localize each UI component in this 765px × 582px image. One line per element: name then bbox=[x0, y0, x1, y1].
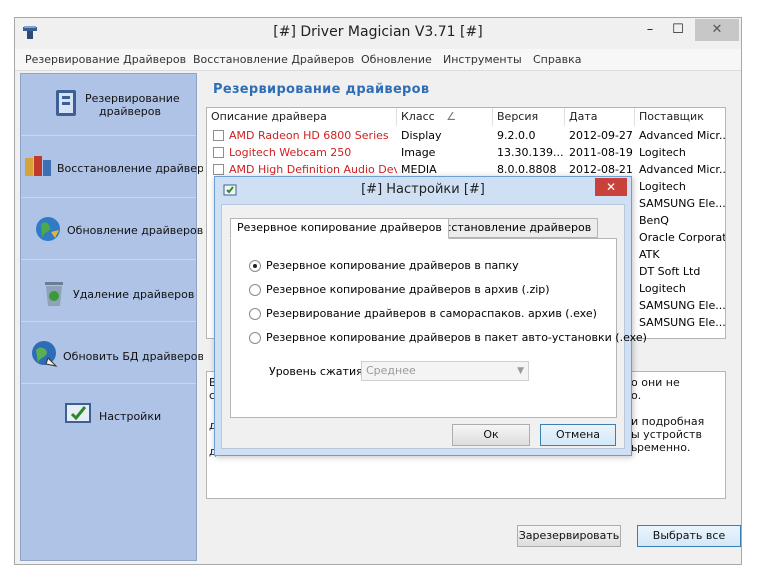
row-version: 9.2.0.0 bbox=[497, 129, 536, 142]
sidebar-item-label: Восстановление драйверов bbox=[57, 162, 218, 175]
column-header-version[interactable]: Версия bbox=[493, 108, 565, 126]
dialog-title: [#] Настройки [#] bbox=[361, 182, 485, 197]
restore-icon bbox=[25, 156, 51, 176]
row-vendor: Advanced Micr... bbox=[639, 163, 725, 176]
column-header-vendor[interactable]: Поставщик bbox=[635, 108, 725, 126]
menu-update[interactable]: Обновление bbox=[361, 53, 432, 66]
radio-button[interactable] bbox=[249, 332, 261, 344]
tab-restore[interactable]: Восстановление драйверов bbox=[424, 218, 599, 238]
row-version: 13.30.139.... bbox=[497, 146, 563, 159]
row-checkbox[interactable] bbox=[213, 147, 224, 158]
row-checkbox[interactable] bbox=[213, 130, 224, 141]
row-vendor: SAMSUNG Ele... bbox=[639, 197, 725, 210]
row-description: Logitech Webcam 250 bbox=[229, 146, 352, 159]
row-date: 2012-09-27 bbox=[569, 129, 633, 142]
close-button[interactable]: ✕ bbox=[695, 19, 739, 41]
recycle-bin-icon bbox=[45, 282, 63, 306]
update-globe-icon bbox=[36, 217, 60, 241]
menu-help[interactable]: Справка bbox=[533, 53, 581, 66]
maximize-button[interactable]: ☐ bbox=[665, 19, 691, 41]
column-header-class-label: Класс bbox=[401, 110, 435, 123]
row-class: Image bbox=[401, 146, 436, 159]
row-vendor: Logitech bbox=[639, 146, 686, 159]
row-vendor: Advanced Micr... bbox=[639, 129, 725, 142]
description-fragment: о они не bbox=[631, 376, 680, 389]
menu-backup[interactable]: Резервирование Драйверов bbox=[25, 53, 186, 66]
sidebar-item-label: Обновление драйверов bbox=[67, 224, 204, 237]
row-vendor: Logitech bbox=[639, 282, 686, 295]
sidebar: Резервирование драйверов Восстановление … bbox=[20, 73, 218, 561]
column-header-description[interactable]: Описание драйвера bbox=[207, 108, 397, 126]
column-header-class[interactable]: Класс ∠ bbox=[397, 108, 493, 126]
row-description: AMD Radeon HD 6800 Series bbox=[229, 129, 389, 142]
window-title: [#] Driver Magician V3.71 [#] bbox=[273, 24, 483, 40]
row-vendor: DT Soft Ltd bbox=[639, 265, 701, 278]
dialog-body: Резервное копирование драйверов Восстано… bbox=[221, 204, 647, 449]
table-row[interactable]: Logitech Webcam 250 Image 13.30.139.... … bbox=[207, 144, 725, 161]
radio-button[interactable] bbox=[249, 284, 261, 296]
minimize-button[interactable]: – bbox=[637, 19, 663, 41]
row-vendor: Oracle Corporat... bbox=[639, 231, 725, 244]
backup-icon bbox=[56, 90, 76, 116]
tab-backup[interactable]: Резервное копирование драйверов bbox=[230, 218, 449, 239]
backup-button[interactable]: Зарезервировать bbox=[517, 525, 621, 547]
row-vendor: BenQ bbox=[639, 214, 669, 227]
sidebar-item-label: Резервирование драйверов bbox=[85, 92, 180, 118]
row-date: 2011-08-19 bbox=[569, 146, 633, 159]
cancel-button[interactable]: Отмена bbox=[540, 424, 616, 446]
radio-button[interactable] bbox=[249, 260, 261, 272]
sidebar-item-update[interactable]: Обновление драйверов bbox=[21, 198, 204, 260]
compression-label: Уровень сжатия bbox=[269, 365, 363, 378]
sidebar-item-label: Удаление драйверов bbox=[73, 288, 195, 301]
option-label: Резервирование драйверов в самораспаков.… bbox=[266, 307, 597, 320]
sidebar-item-label: Обновить БД драйверов bbox=[63, 350, 204, 363]
sidebar-item-uninstall[interactable]: Удаление драйверов bbox=[21, 260, 196, 322]
dialog-close-button[interactable]: ✕ bbox=[595, 178, 627, 196]
row-checkbox[interactable] bbox=[213, 164, 224, 175]
description-fragment: и подробная bbox=[631, 415, 705, 428]
row-vendor: SAMSUNG Ele... bbox=[639, 299, 725, 312]
title-bar: [#] Driver Magician V3.71 [#] – ☐ ✕ bbox=[15, 18, 741, 49]
description-fragment: ременно. bbox=[637, 441, 691, 454]
database-update-icon bbox=[32, 341, 58, 367]
option-label: Резервное копирование драйверов в папку bbox=[266, 259, 519, 272]
option-label: Резервное копирование драйверов в архив … bbox=[266, 283, 550, 296]
table-row[interactable]: AMD Radeon HD 6800 Series Display 9.2.0.… bbox=[207, 127, 725, 144]
menu-restore[interactable]: Восстановление Драйверов bbox=[193, 53, 354, 66]
row-vendor: Logitech bbox=[639, 180, 686, 193]
description-fragment: ы устройств bbox=[631, 428, 702, 441]
column-header-date[interactable]: Дата bbox=[565, 108, 635, 126]
select-all-button[interactable]: Выбрать все bbox=[637, 525, 741, 547]
description-fragment: о. bbox=[631, 389, 642, 402]
option-label: Резервное копирование драйверов в пакет … bbox=[266, 331, 647, 344]
sort-indicator-icon: ∠ bbox=[446, 110, 457, 123]
compression-value: Среднее bbox=[366, 364, 416, 377]
radio-button[interactable] bbox=[249, 308, 261, 320]
row-class: Display bbox=[401, 129, 442, 142]
menu-bar: Резервирование Драйверов Восстановление … bbox=[15, 49, 741, 71]
compression-select[interactable]: Среднее ▼ bbox=[361, 361, 529, 381]
settings-icon bbox=[65, 403, 91, 423]
chevron-down-icon: ▼ bbox=[517, 366, 524, 376]
sidebar-item-restore[interactable]: Восстановление драйверов bbox=[21, 136, 218, 198]
menu-tools[interactable]: Инструменты bbox=[443, 53, 522, 66]
ok-button[interactable]: Ок bbox=[452, 424, 530, 446]
sidebar-item-backup[interactable]: Резервирование драйверов bbox=[21, 74, 196, 136]
sidebar-item-settings[interactable]: Настройки bbox=[21, 384, 196, 446]
sidebar-item-update-db[interactable]: Обновить БД драйверов bbox=[21, 322, 204, 384]
row-vendor: ATK bbox=[639, 248, 660, 261]
row-vendor: SAMSUNG Ele... bbox=[639, 316, 725, 329]
section-title: Резервирование драйверов bbox=[213, 82, 430, 97]
sidebar-item-label: Настройки bbox=[99, 410, 162, 423]
settings-dialog: [#] Настройки [#] ✕ Резервное копировани… bbox=[214, 176, 647, 456]
tab-panel-backup: Резервное копирование драйверов в папку … bbox=[230, 238, 647, 418]
